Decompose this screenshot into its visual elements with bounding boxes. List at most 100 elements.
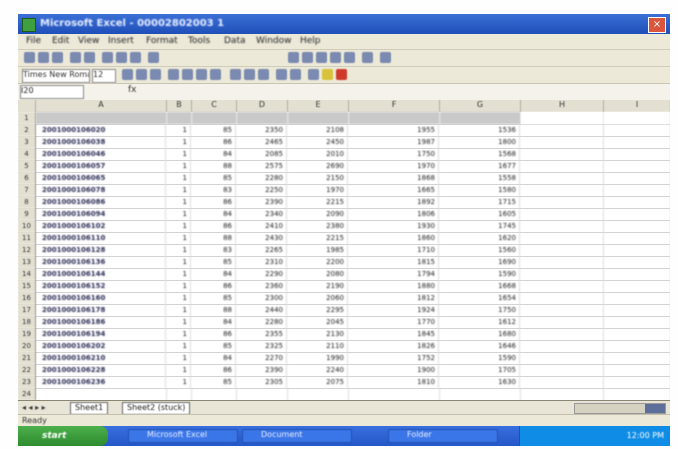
cell-i[interactable] bbox=[604, 160, 670, 172]
cell-h[interactable] bbox=[521, 256, 604, 268]
cell-a[interactable]: 2001000106228 bbox=[36, 364, 166, 376]
column-header-a[interactable]: A bbox=[36, 100, 167, 112]
cell-a[interactable]: 2001000106078 bbox=[36, 184, 166, 196]
cell-g[interactable]: 1705 bbox=[440, 364, 520, 376]
cell-f[interactable]: 1794 bbox=[349, 268, 439, 280]
cell-d[interactable]: 2390 bbox=[237, 364, 287, 376]
cell-g[interactable]: 1605 bbox=[440, 208, 520, 220]
cell-c[interactable]: 83 bbox=[192, 244, 236, 256]
cell-d[interactable]: 2265 bbox=[237, 244, 287, 256]
row-number[interactable]: 8 bbox=[18, 196, 36, 208]
cell-i[interactable] bbox=[604, 232, 670, 244]
cell-a[interactable]: 2001000106102 bbox=[36, 220, 166, 232]
cell-i[interactable] bbox=[604, 388, 670, 400]
cell-d[interactable]: 2355 bbox=[237, 328, 287, 340]
help-icon[interactable] bbox=[380, 52, 391, 63]
cell-c[interactable]: 84 bbox=[192, 352, 236, 364]
percent-icon[interactable] bbox=[244, 69, 255, 80]
cell-h[interactable] bbox=[521, 220, 604, 232]
taskbar-item-folder[interactable]: Folder bbox=[388, 429, 498, 443]
column-header-e[interactable]: E bbox=[288, 100, 349, 112]
column-header-d[interactable]: D bbox=[237, 100, 288, 112]
preview-icon[interactable] bbox=[84, 52, 95, 63]
cell-g[interactable]: 1646 bbox=[440, 340, 520, 352]
undo-icon[interactable] bbox=[148, 52, 159, 63]
menu-insert[interactable]: Insert bbox=[108, 36, 134, 46]
cell-b[interactable]: 1 bbox=[167, 244, 191, 256]
font-name-select[interactable]: Times New Roman bbox=[22, 69, 90, 83]
cell-a[interactable]: 2001000106136 bbox=[36, 256, 166, 268]
cell-h[interactable] bbox=[521, 280, 604, 292]
cell-h[interactable] bbox=[521, 316, 604, 328]
cell-i[interactable] bbox=[604, 292, 670, 304]
name-box[interactable]: I20 bbox=[20, 85, 84, 99]
sort-desc-icon[interactable] bbox=[316, 52, 327, 63]
cell-a[interactable] bbox=[36, 388, 167, 400]
cell-c[interactable] bbox=[192, 388, 237, 400]
cell-b[interactable]: 1 bbox=[167, 220, 191, 232]
currency-icon[interactable] bbox=[230, 69, 241, 80]
cell-c[interactable]: 84 bbox=[192, 208, 236, 220]
cell-d[interactable]: 2390 bbox=[237, 196, 287, 208]
cell-g[interactable] bbox=[440, 112, 521, 124]
sum-icon[interactable] bbox=[288, 52, 299, 63]
cell-g[interactable]: 1715 bbox=[440, 196, 520, 208]
new-icon[interactable] bbox=[24, 52, 35, 63]
cell-c[interactable]: 88 bbox=[192, 232, 236, 244]
cell-g[interactable]: 1612 bbox=[440, 316, 520, 328]
cell-f[interactable]: 1868 bbox=[349, 172, 439, 184]
cell-i[interactable] bbox=[604, 364, 670, 376]
cell-i[interactable] bbox=[604, 256, 670, 268]
row-number[interactable]: 4 bbox=[18, 148, 36, 160]
cell-d[interactable]: 2350 bbox=[237, 124, 287, 136]
cell-f[interactable]: 1892 bbox=[349, 196, 439, 208]
cell-a[interactable]: 2001000106236 bbox=[36, 376, 166, 388]
cell-a[interactable]: 2001000106094 bbox=[36, 208, 166, 220]
cell-g[interactable]: 1568 bbox=[440, 148, 520, 160]
cell-g[interactable]: 1558 bbox=[440, 172, 520, 184]
cell-i[interactable] bbox=[604, 328, 670, 340]
cell-a[interactable]: 2001000106144 bbox=[36, 268, 166, 280]
menu-format[interactable]: Format bbox=[146, 36, 178, 46]
cell-f[interactable]: 1955 bbox=[349, 124, 439, 136]
cell-h[interactable] bbox=[521, 112, 604, 124]
drawing-icon[interactable] bbox=[344, 52, 355, 63]
cell-g[interactable]: 1620 bbox=[440, 232, 520, 244]
row-number[interactable]: 13 bbox=[18, 256, 36, 268]
cell-h[interactable] bbox=[521, 232, 604, 244]
cell-e[interactable]: 2010 bbox=[288, 148, 348, 160]
cell-e[interactable] bbox=[288, 388, 349, 400]
cell-e[interactable]: 2200 bbox=[288, 256, 348, 268]
cell-b[interactable]: 1 bbox=[167, 364, 191, 376]
cell-d[interactable]: 2340 bbox=[237, 208, 287, 220]
row-number[interactable]: 3 bbox=[18, 136, 36, 148]
cell-i[interactable] bbox=[604, 184, 670, 196]
cell-b[interactable]: 1 bbox=[167, 328, 191, 340]
row-number[interactable]: 2 bbox=[18, 124, 36, 136]
cell-g[interactable]: 1654 bbox=[440, 292, 520, 304]
cell-a[interactable]: 2001000106065 bbox=[36, 172, 166, 184]
cut-icon[interactable] bbox=[102, 52, 113, 63]
bold-icon[interactable] bbox=[122, 69, 133, 80]
row-number[interactable]: 18 bbox=[18, 316, 36, 328]
underline-icon[interactable] bbox=[150, 69, 161, 80]
cell-d[interactable]: 2280 bbox=[237, 316, 287, 328]
row-number[interactable]: 11 bbox=[18, 232, 36, 244]
cell-f[interactable]: 1752 bbox=[349, 352, 439, 364]
cell-c[interactable]: 85 bbox=[192, 376, 236, 388]
row-number[interactable]: 23 bbox=[18, 376, 36, 388]
cell-c[interactable]: 88 bbox=[192, 304, 236, 316]
cell-i[interactable] bbox=[604, 172, 670, 184]
close-button[interactable]: × bbox=[648, 17, 666, 33]
cell-f[interactable]: 1880 bbox=[349, 280, 439, 292]
menu-help[interactable]: Help bbox=[300, 36, 321, 46]
cell-a[interactable]: 2001000106038 bbox=[36, 136, 166, 148]
cell-g[interactable] bbox=[440, 388, 521, 400]
cell-f[interactable]: 1812 bbox=[349, 292, 439, 304]
cell-e[interactable]: 2380 bbox=[288, 220, 348, 232]
cell-d[interactable]: 2305 bbox=[237, 376, 287, 388]
cell-a[interactable]: 2001000106110 bbox=[36, 232, 166, 244]
cell-e[interactable]: 1970 bbox=[288, 184, 348, 196]
row-number[interactable]: 22 bbox=[18, 364, 36, 376]
cell-a[interactable]: 2001000106178 bbox=[36, 304, 166, 316]
